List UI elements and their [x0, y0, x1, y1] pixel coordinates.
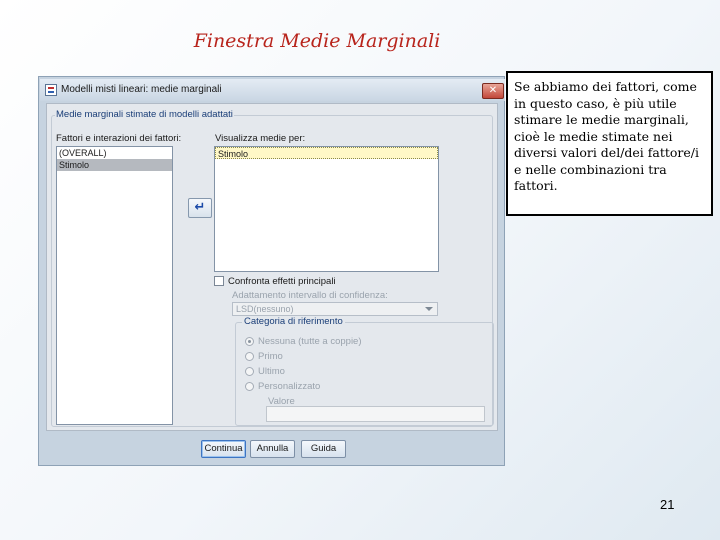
ci-select[interactable]: LSD(nessuno) — [232, 302, 438, 316]
dialog-window: Modelli misti lineari: medie marginali ✕… — [38, 76, 505, 466]
display-listbox[interactable]: Stimolo — [214, 146, 439, 272]
slide-title: Finestra Medie Marginali — [193, 30, 441, 52]
ci-value: LSD(nessuno) — [236, 304, 294, 314]
list-item[interactable]: Stimolo — [215, 147, 438, 159]
list-item[interactable]: (OVERALL) — [57, 147, 172, 159]
cancel-button[interactable]: Annulla — [250, 440, 295, 458]
chevron-down-icon — [425, 307, 433, 311]
radio-none[interactable] — [245, 337, 254, 346]
compare-checkbox[interactable] — [214, 276, 224, 286]
arrow-left-icon: ↵ — [194, 200, 206, 215]
window-title: Modelli misti lineari: medie marginali — [61, 84, 222, 95]
factors-label: Fattori e interazioni dei fattori: — [56, 133, 182, 144]
explanation-note: Se abbiamo dei fattori, come in questo c… — [506, 71, 713, 216]
title-bar[interactable]: Modelli misti lineari: medie marginali ✕ — [40, 79, 505, 101]
value-input[interactable] — [266, 406, 485, 422]
list-item[interactable]: Stimolo — [57, 159, 172, 171]
radio-custom-label: Personalizzato — [258, 381, 321, 392]
app-icon — [45, 84, 57, 96]
group-title: Medie marginali stimate di modelli adatt… — [55, 109, 234, 120]
radio-none-label: Nessuna (tutte a coppie) — [258, 336, 362, 347]
factors-listbox[interactable]: (OVERALL) Stimolo — [56, 146, 173, 425]
reference-group-title: Categoria di riferimento — [242, 316, 345, 327]
compare-label: Confronta effetti principali — [228, 276, 336, 287]
help-button[interactable]: Guida — [301, 440, 346, 458]
ci-label: Adattamento intervallo di confidenza: — [232, 290, 388, 301]
radio-first[interactable] — [245, 352, 254, 361]
radio-last[interactable] — [245, 367, 254, 376]
radio-first-label: Primo — [258, 351, 283, 362]
move-arrow-button[interactable]: ↵ — [188, 198, 212, 218]
radio-last-label: Ultimo — [258, 366, 285, 377]
page-number: 21 — [660, 497, 675, 512]
display-label: Visualizza medie per: — [215, 133, 306, 144]
radio-custom[interactable] — [245, 382, 254, 391]
continue-button[interactable]: Continua — [201, 440, 246, 458]
close-button[interactable]: ✕ — [482, 83, 504, 99]
content-panel: Medie marginali stimate di modelli adatt… — [46, 103, 498, 431]
